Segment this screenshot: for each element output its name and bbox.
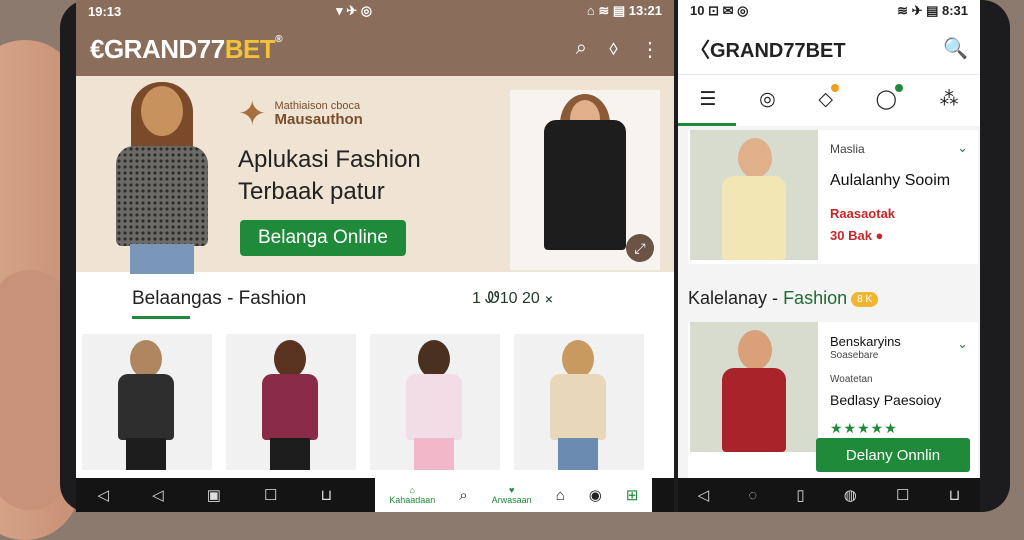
search-icon[interactable]: ⌕ — [576, 37, 587, 62]
right-logo[interactable]: 〈GRAND77BET — [690, 34, 846, 63]
product-2-line: Woatetan — [830, 374, 873, 385]
back-icon[interactable]: ◁ — [698, 486, 710, 504]
buy-online-button[interactable]: Delany Onnlin — [816, 438, 970, 472]
notification-icon[interactable]: ◉ — [589, 486, 602, 504]
section-underline — [132, 316, 190, 319]
home-tab[interactable]: ⌂ Kahaadaan — [389, 485, 435, 505]
cart-icon[interactable]: ⊔ — [320, 486, 332, 504]
right-tab-bar: ☰ ◎ ◇ ◯ ⁂ — [678, 74, 980, 123]
hero-model-image — [106, 82, 216, 274]
product-grid — [82, 334, 670, 470]
status-bar: 19:13 ▾ ✈ ◎ ⌂ ≋ ▤ 13:21 — [76, 0, 674, 22]
image-icon[interactable]: ▣ — [207, 486, 221, 504]
section-title: Belaangas - Fashion — [132, 288, 307, 309]
left-screen: 19:13 ▾ ✈ ◎ ⌂ ≋ ▤ 13:21 €GRAND77BET® ⌕ ⬨… — [76, 0, 674, 512]
circle-icon[interactable]: ◌ — [748, 487, 757, 504]
right-section-header: Kalelanay - Fashion 8 K — [688, 288, 879, 309]
search-nav-icon[interactable]: ⌕ — [459, 487, 467, 504]
rating-stars: ★★★★★ — [830, 420, 898, 436]
favorites-tab[interactable]: ♥ Arwasaan — [492, 485, 532, 505]
logo-registered: ® — [275, 33, 283, 45]
product-1-image — [690, 130, 818, 260]
headline-line-1: Aplukasi Fashion — [238, 146, 421, 173]
product-2-kicker: Benskaryins — [830, 334, 901, 349]
store-icon[interactable]: ⊞ — [626, 486, 639, 504]
brand-mark: ✦ Mathiaison cboca Mausauthon — [238, 94, 363, 134]
fashion-section-header: Belaangas - Fashion 1 Ꮺ10 20 ⨯ — [76, 278, 674, 319]
status-icons-center: ▾ ✈ ◎ — [336, 3, 373, 18]
section-counter: 1 Ꮺ10 20 ⨯ — [472, 290, 554, 307]
active-nav-group: ⌂ Kahaadaan ⌕ ♥ Arwasaan ⌂ ◉ ⊞ — [375, 478, 653, 512]
logo-accent: BET — [224, 33, 276, 64]
bottom-nav: ◁ ◁ ▣ ☐ ⊔ ⌂ Kahaadaan ⌕ ♥ Arwasaan ⌂ ◉ ⊞ — [76, 478, 674, 512]
star-logo-icon: ✦ — [238, 95, 267, 133]
chevron-down-icon[interactable]: ⌄ — [957, 336, 968, 352]
product-2-sub: Soasebare — [830, 350, 879, 361]
more-icon[interactable]: ⋮ — [640, 37, 660, 62]
app-logo[interactable]: €GRAND77BET® — [90, 33, 283, 65]
cart-icon[interactable]: ⊔ — [949, 486, 961, 504]
expand-icon[interactable]: ⤢ — [626, 234, 654, 262]
settings-icon[interactable]: ⁂ — [940, 88, 959, 111]
status-time: 19:13 — [88, 3, 122, 19]
product-card-coat[interactable] — [82, 334, 212, 470]
status-icons-right: ⌂ ≋ ▤ 13:21 — [586, 3, 662, 18]
product-2-title: Bedlasy Paesoioy — [830, 392, 942, 408]
product-card-plaid[interactable] — [226, 334, 356, 470]
square-icon[interactable]: ☐ — [896, 486, 909, 504]
right-section-title: Kalelanay - — [688, 288, 784, 308]
house-icon[interactable]: ⌂ — [556, 487, 565, 504]
product-1-title: Aulalanhy Sooim — [830, 172, 951, 189]
phone-icon[interactable]: ▯ — [796, 486, 804, 504]
right-app-bar: 〈GRAND77BET 🔍 — [678, 22, 980, 74]
tab-indicator — [678, 123, 980, 126]
brand-name: Mausauthon — [274, 111, 363, 128]
hero-banner: ✦ Mathiaison cboca Mausauthon Aplukasi F… — [76, 76, 674, 274]
back-icon[interactable]: ◁ — [98, 486, 110, 504]
right-section-accent: Fashion — [783, 288, 848, 308]
chat-glyph: ◯ — [875, 88, 897, 110]
tag-icon[interactable]: ◎ — [759, 88, 776, 111]
headline-line-2: Terbaak patur — [238, 178, 385, 205]
product-2-image — [690, 322, 818, 452]
product-card-pink[interactable] — [370, 334, 500, 470]
product-card-1[interactable]: Maslia ⌄ Aulalanhy Sooim Raasaotak 30 Ba… — [688, 130, 978, 264]
menu-icon[interactable]: ☰ — [699, 88, 716, 111]
product-1-sale: Raasaotak — [830, 206, 896, 221]
right-status-right: ≋ ✈ ▤ 8:31 — [897, 3, 968, 18]
dress-product-image[interactable]: ⤢ — [510, 90, 660, 270]
hot-icon: ● — [875, 228, 884, 243]
chevron-down-icon[interactable]: ⌄ — [957, 140, 968, 156]
right-bottom-nav: ◁ ◌ ▯ ◍ ☐ ⊔ — [678, 478, 980, 512]
product-1-price-text: 30 Bak — [830, 228, 872, 243]
section-badge: 8 K — [851, 291, 879, 307]
offer-icon[interactable]: ◇ — [818, 83, 839, 111]
logo-text: €GRAND77 — [90, 33, 225, 64]
shop-online-button[interactable]: Belanga Online — [240, 220, 406, 256]
square-icon[interactable]: ☐ — [264, 486, 277, 504]
right-status-bar: 10 ⊡ ✉ ◎ ≋ ✈ ▤ 8:31 — [678, 0, 980, 22]
right-status-left: 10 ⊡ ✉ ◎ — [690, 3, 749, 18]
hero-headline: Aplukasi Fashion Terbaak patur — [238, 144, 421, 208]
mask-icon[interactable]: ◍ — [844, 486, 857, 504]
product-1-kicker: Maslia — [830, 142, 865, 156]
product-card-cardigan[interactable] — [514, 334, 644, 470]
search-icon[interactable]: 🔍 — [943, 36, 968, 61]
back-icon-2[interactable]: ◁ — [152, 486, 164, 504]
app-bar: €GRAND77BET® ⌕ ⬨ ⋮ — [76, 22, 674, 76]
favorites-tab-label: Arwasaan — [491, 495, 532, 505]
chat-icon[interactable]: ◯ — [875, 83, 903, 111]
product-1-price: 30 Bak ● — [830, 228, 883, 243]
offer-glyph: ◇ — [818, 88, 833, 110]
home-tab-label: Kahaadaan — [389, 495, 436, 505]
location-icon[interactable]: ⬨ — [609, 37, 618, 62]
right-screen: 10 ⊡ ✉ ◎ ≋ ✈ ▤ 8:31 〈GRAND77BET 🔍 ☰ ◎ ◇ … — [678, 0, 980, 512]
